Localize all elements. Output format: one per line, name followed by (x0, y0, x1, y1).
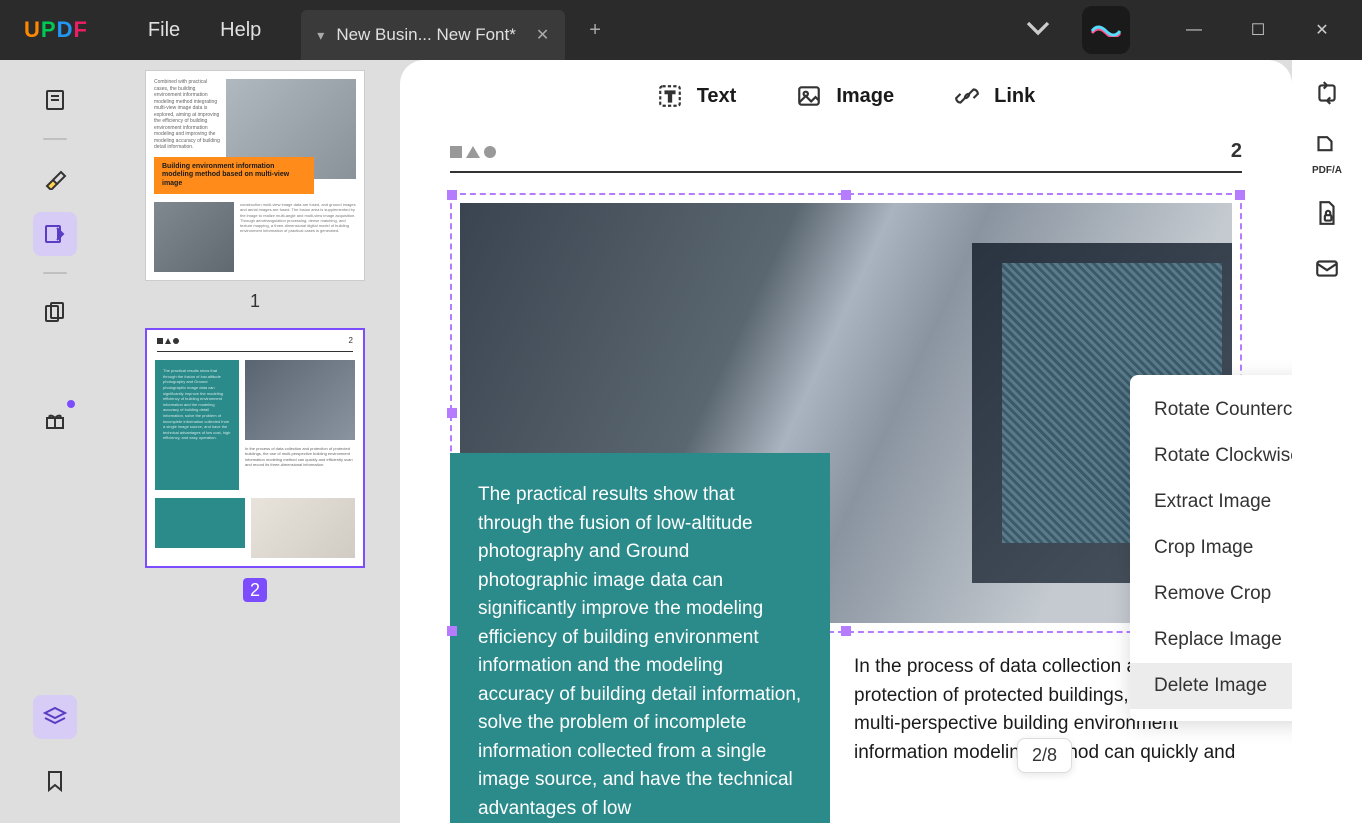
header-rule (450, 171, 1242, 173)
context-menu: Rotate Counterclockwise Rotate Clockwise… (1130, 375, 1292, 721)
rotate-icon[interactable] (1314, 80, 1340, 111)
ctx-delete-image[interactable]: Delete ImageDel (1130, 663, 1292, 709)
menu-help[interactable]: Help (220, 19, 261, 42)
menu-file[interactable]: File (148, 19, 180, 42)
menu-bar: File Help (148, 19, 261, 42)
thumbnail-panel: Combined with practical cases, the build… (110, 60, 400, 823)
minimize-icon[interactable]: — (1174, 21, 1214, 39)
main-area: Combined with practical cases, the build… (0, 60, 1362, 823)
rail-divider (43, 138, 67, 140)
app-logo: UPDF (24, 17, 88, 43)
link-tool[interactable]: Link (954, 83, 1035, 109)
layers-tool[interactable] (33, 695, 77, 739)
ctx-rotate-cw[interactable]: Rotate Clockwise (1130, 433, 1292, 479)
thumbnail-page-1[interactable]: Combined with practical cases, the build… (145, 70, 365, 281)
mail-icon[interactable] (1314, 255, 1340, 286)
bookmark-tool[interactable] (33, 759, 77, 803)
close-icon[interactable]: ✕ (1302, 20, 1342, 40)
tab-area: ▾ New Busin... New Font* ✕ + (301, 0, 601, 60)
link-tool-label: Link (994, 85, 1035, 108)
ctx-extract-image[interactable]: Extract Image (1130, 479, 1292, 525)
ctx-rotate-ccw[interactable]: Rotate Counterclockwise (1130, 387, 1292, 433)
resize-handle[interactable] (447, 626, 457, 636)
pages-tool[interactable] (33, 290, 77, 334)
document-tab[interactable]: ▾ New Busin... New Font* ✕ (301, 10, 565, 60)
ctx-replace-image[interactable]: Replace Image (1130, 617, 1292, 663)
edit-tool[interactable] (33, 212, 77, 256)
thumb-number-1: 1 (130, 291, 380, 312)
tab-title: New Busin... New Font* (336, 25, 516, 45)
left-rail (0, 60, 110, 823)
gift-tool[interactable] (33, 398, 77, 442)
page-indicator: 2/8 (1017, 738, 1072, 773)
teal-text-box: The practical results show that through … (450, 453, 830, 823)
page-shapes-icon (450, 146, 496, 158)
image-tool-label: Image (836, 85, 894, 108)
edit-toolbar: T Text Image Link (400, 60, 1292, 132)
text-tool-label: Text (697, 85, 737, 108)
highlight-tool[interactable] (33, 156, 77, 200)
svg-text:T: T (665, 88, 675, 105)
right-rail: PDF/A (1292, 60, 1362, 823)
thumbnail-page-2[interactable]: 2 The practical results show that throug… (145, 328, 365, 568)
content-row: The practical results show that through … (450, 453, 1242, 823)
tab-close-icon[interactable]: ✕ (536, 25, 549, 45)
new-tab-button[interactable]: + (589, 19, 601, 42)
chevron-down-icon[interactable] (1018, 8, 1058, 53)
titlebar: UPDF File Help ▾ New Busin... New Font* … (0, 0, 1362, 60)
rail-divider (43, 272, 67, 274)
reader-tool[interactable] (33, 78, 77, 122)
tab-dropdown-icon[interactable]: ▾ (317, 27, 324, 44)
resize-handle[interactable] (447, 190, 457, 200)
resize-handle[interactable] (841, 626, 851, 636)
page-header: 2 (450, 132, 1242, 171)
theme-icon[interactable] (1082, 6, 1130, 54)
window-controls: — ☐ ✕ (1018, 6, 1342, 54)
resize-handle[interactable] (1235, 190, 1245, 200)
resize-handle[interactable] (841, 190, 851, 200)
resize-handle[interactable] (447, 408, 457, 418)
notification-dot (67, 400, 75, 408)
text-tool[interactable]: T Text (657, 83, 737, 109)
pdfa-icon[interactable]: PDF/A (1312, 135, 1342, 176)
ctx-remove-crop[interactable]: Remove Crop (1130, 571, 1292, 617)
page-number: 2 (1231, 140, 1242, 163)
thumb-number-2: 2 (243, 578, 267, 602)
canvas-area: T Text Image Link 2 (400, 60, 1292, 823)
ctx-crop-image[interactable]: Crop Image (1130, 525, 1292, 571)
maximize-icon[interactable]: ☐ (1238, 20, 1278, 40)
lock-file-icon[interactable] (1314, 200, 1340, 231)
image-tool[interactable]: Image (796, 83, 894, 109)
